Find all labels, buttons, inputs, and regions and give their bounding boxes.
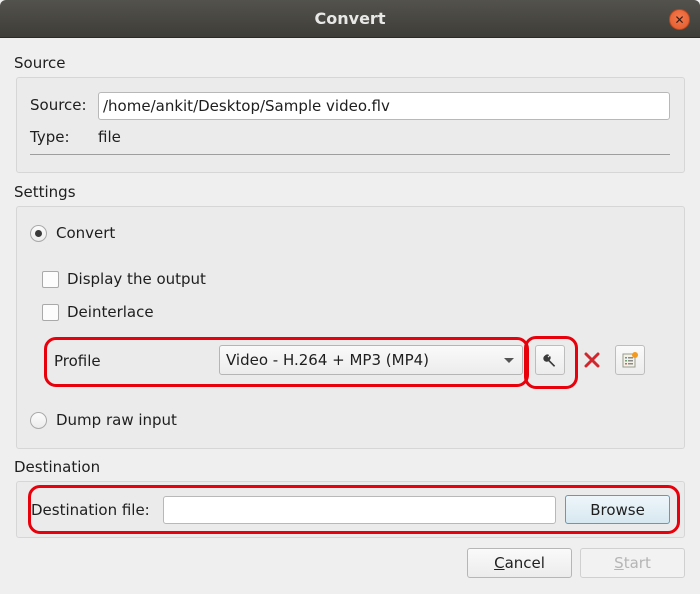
profile-selected-value: Video - H.264 + MP3 (MP4) bbox=[226, 351, 430, 369]
display-output-checkbox[interactable] bbox=[42, 271, 59, 288]
start-button[interactable]: Start bbox=[580, 548, 685, 578]
source-section-label: Source bbox=[14, 54, 66, 72]
source-separator bbox=[30, 154, 670, 155]
edit-profile-button[interactable] bbox=[535, 345, 565, 375]
profile-select[interactable]: Video - H.264 + MP3 (MP4) bbox=[219, 345, 523, 375]
cancel-button[interactable]: Cancel bbox=[467, 548, 572, 578]
new-profile-button[interactable] bbox=[615, 345, 645, 375]
destination-section-label: Destination bbox=[14, 458, 101, 476]
deinterlace-label[interactable]: Deinterlace bbox=[67, 303, 154, 321]
dump-raw-label[interactable]: Dump raw input bbox=[56, 411, 177, 429]
start-label-rest: tart bbox=[623, 554, 651, 572]
type-label: Type: bbox=[30, 128, 70, 146]
destination-file-label: Destination file: bbox=[31, 501, 150, 519]
close-icon: ✕ bbox=[674, 12, 685, 27]
destination-file-input[interactable] bbox=[163, 496, 556, 524]
source-group: Source: /home/ankit/Desktop/Sample video… bbox=[16, 77, 685, 173]
profile-label: Profile bbox=[54, 352, 101, 370]
delete-x-icon bbox=[584, 352, 600, 368]
convert-radio-label[interactable]: Convert bbox=[56, 224, 115, 242]
window-title: Convert bbox=[314, 9, 386, 28]
browse-button[interactable]: Browse bbox=[565, 495, 670, 524]
close-button[interactable]: ✕ bbox=[669, 9, 690, 30]
destination-group: Destination file: Browse bbox=[16, 481, 685, 538]
cancel-mnemonic: C bbox=[494, 554, 505, 572]
settings-section-label: Settings bbox=[14, 183, 76, 201]
wrench-icon bbox=[543, 354, 556, 367]
chevron-down-icon bbox=[504, 358, 514, 363]
display-output-label[interactable]: Display the output bbox=[67, 270, 206, 288]
delete-profile-button[interactable] bbox=[578, 345, 606, 375]
convert-radio[interactable] bbox=[30, 225, 47, 242]
new-profile-icon bbox=[622, 352, 638, 368]
source-path-field[interactable]: /home/ankit/Desktop/Sample video.flv bbox=[98, 92, 670, 120]
title-bar: Convert ✕ bbox=[0, 0, 700, 38]
settings-group: Convert Display the output Deinterlace P… bbox=[16, 206, 685, 449]
type-value: file bbox=[98, 128, 121, 146]
dump-raw-radio[interactable] bbox=[30, 412, 47, 429]
start-mnemonic: S bbox=[614, 554, 624, 572]
cancel-label-rest: ancel bbox=[504, 554, 545, 572]
deinterlace-checkbox[interactable] bbox=[42, 304, 59, 321]
source-label: Source: bbox=[30, 96, 87, 114]
